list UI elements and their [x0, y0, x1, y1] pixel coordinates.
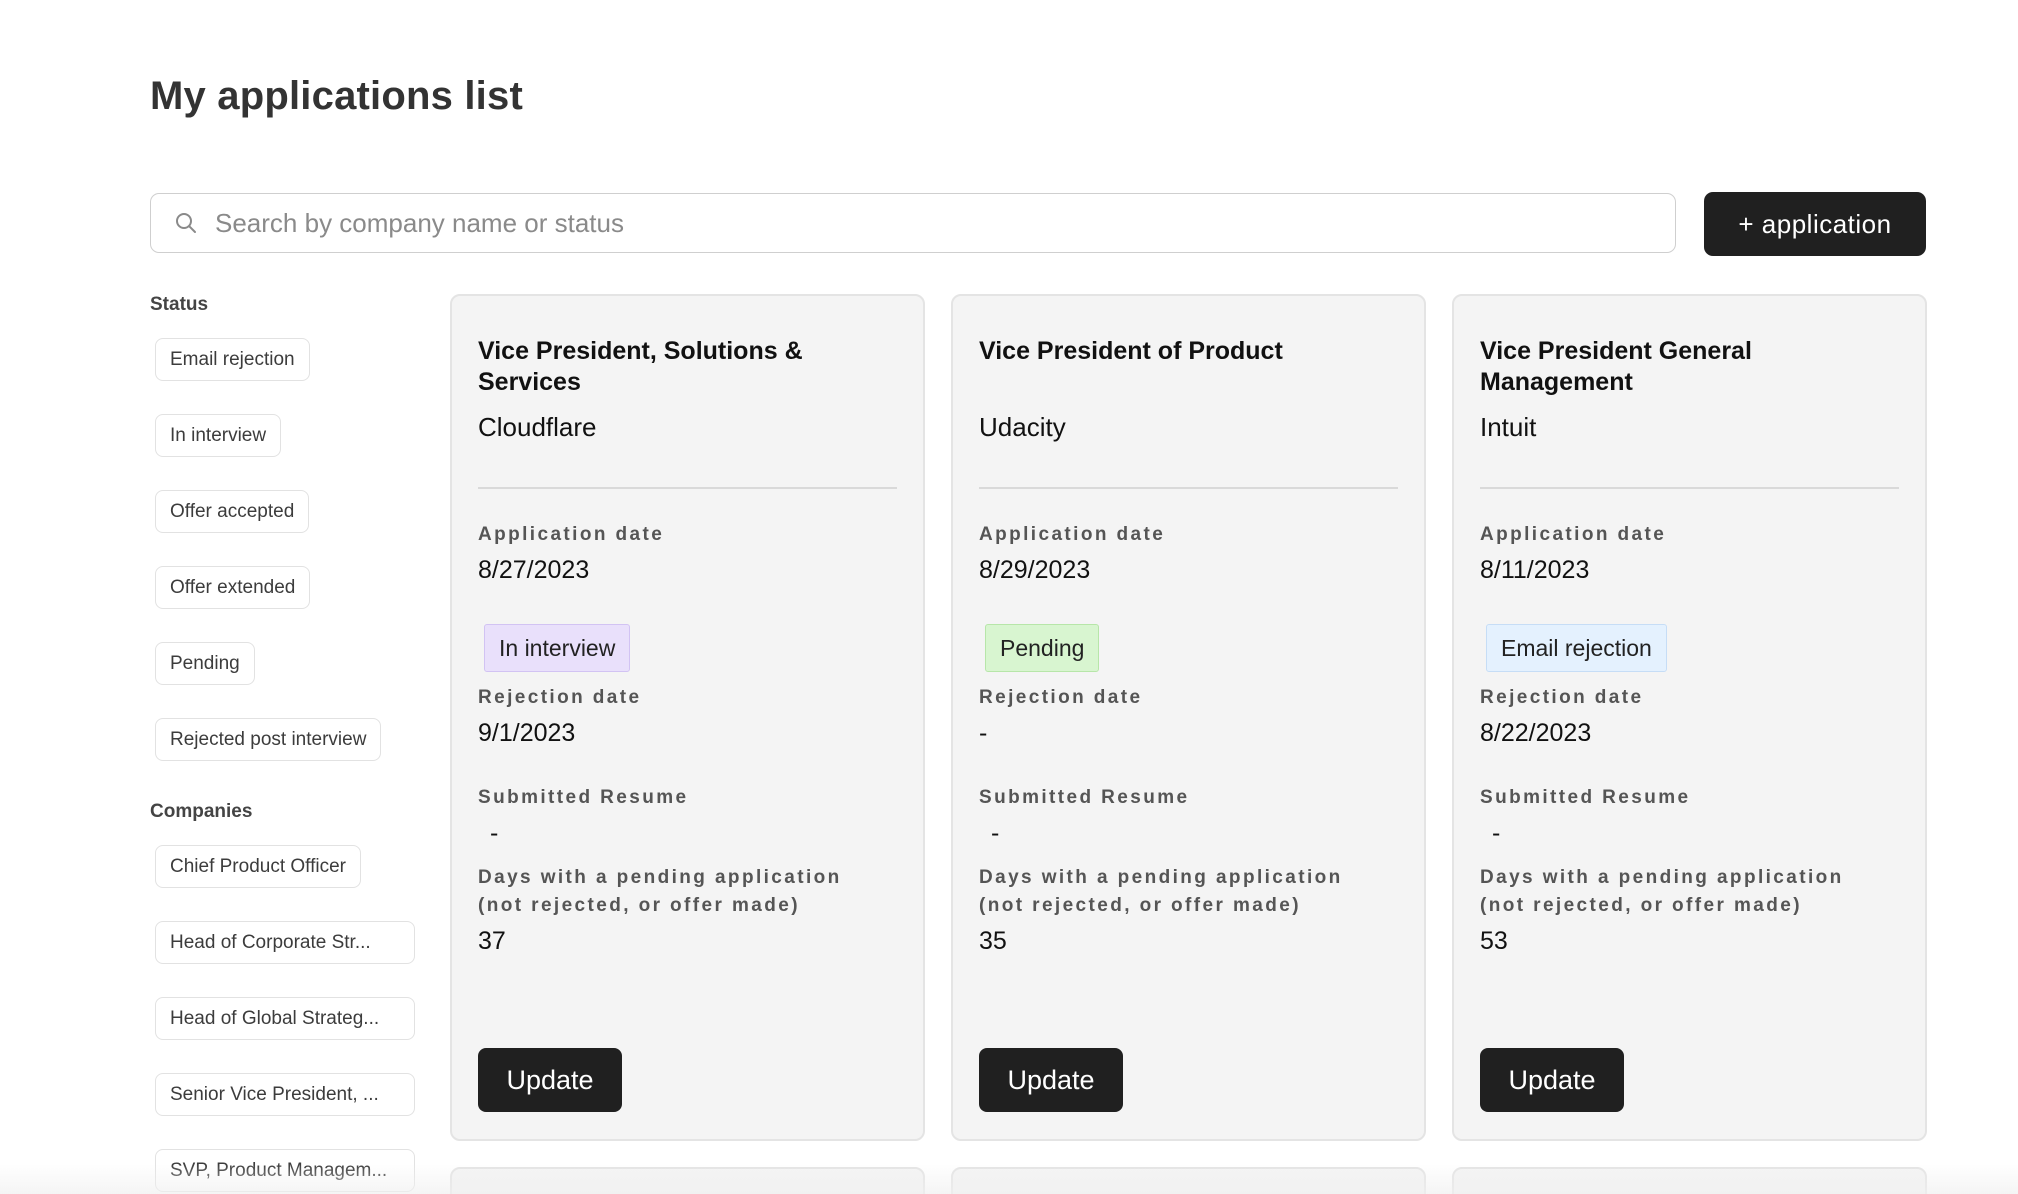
days-pending-value: 53 — [1480, 927, 1508, 955]
application-card: Vice President, Solutions & Services Clo… — [450, 294, 925, 1141]
application-date-label: Application date — [478, 524, 665, 545]
job-title: Vice President of Product — [979, 337, 1283, 365]
company-name: Cloudflare — [478, 412, 597, 442]
company-filter-chip[interactable]: Head of Corporate Str... — [155, 921, 415, 964]
search-icon — [173, 210, 199, 236]
update-button[interactable]: Update — [979, 1048, 1123, 1112]
status-filter-chip[interactable]: Offer accepted — [155, 490, 310, 533]
company-filter-chip[interactable]: SVP, Product Managem... — [155, 1149, 415, 1192]
application-date-label: Application date — [979, 524, 1166, 545]
days-pending-value: 37 — [478, 927, 506, 955]
submitted-resume-value: - — [1492, 819, 1501, 847]
days-pending-label: Days with a pending application — [979, 867, 1343, 888]
company-filter-chip[interactable]: Senior Vice President, ... — [155, 1073, 415, 1116]
job-title: Vice President General Management — [1480, 337, 1752, 396]
company-filter-chip[interactable]: Head of Global Strateg... — [155, 997, 415, 1040]
submitted-resume-label: Submitted Resume — [478, 787, 689, 808]
days-pending-label: Days with a pending application — [478, 867, 842, 888]
status-badge: Email rejection — [1486, 624, 1667, 672]
days-pending-sublabel: (not rejected, or offer made) — [1480, 895, 1802, 916]
status-badge: In interview — [484, 624, 631, 672]
status-heading: Status — [150, 294, 209, 315]
status-filter-chip[interactable]: Email rejection — [155, 338, 310, 381]
days-pending-label: Days with a pending application — [1480, 867, 1844, 888]
rejection-date-label: Rejection date — [1480, 687, 1644, 708]
search-box[interactable] — [150, 193, 1676, 253]
application-card-partial — [450, 1167, 925, 1194]
application-card-partial — [1452, 1167, 1927, 1194]
application-card: Vice President of Product Udacity Applic… — [951, 294, 1426, 1141]
submitted-resume-label: Submitted Resume — [1480, 787, 1691, 808]
application-date-value: 8/11/2023 — [1480, 556, 1590, 584]
rejection-date-value: 8/22/2023 — [1480, 719, 1592, 747]
company-name: Intuit — [1480, 412, 1537, 442]
submitted-resume-value: - — [490, 819, 499, 847]
search-input[interactable] — [213, 193, 1675, 253]
job-title: Vice President, Solutions & Services — [478, 337, 803, 396]
rejection-date-value: - — [979, 719, 988, 747]
status-filter-chip[interactable]: Rejected post interview — [155, 718, 382, 761]
rejection-date-value: 9/1/2023 — [478, 719, 576, 747]
days-pending-sublabel: (not rejected, or offer made) — [478, 895, 800, 916]
application-card-partial — [951, 1167, 1426, 1194]
status-badge: Pending — [985, 624, 1100, 672]
status-filter-chip[interactable]: Offer extended — [155, 566, 311, 609]
update-button[interactable]: Update — [478, 1048, 622, 1112]
update-button[interactable]: Update — [1480, 1048, 1624, 1112]
filter-sidebar: Status Email rejection In interview Offe… — [150, 294, 420, 1192]
page: My applications list + application Statu… — [0, 0, 2018, 1194]
rejection-date-label: Rejection date — [478, 687, 642, 708]
card-divider — [478, 487, 897, 489]
company-name: Udacity — [979, 412, 1066, 442]
status-filter-chip[interactable]: Pending — [155, 642, 255, 685]
application-card: Vice President General Management Intuit… — [1452, 294, 1927, 1141]
days-pending-value: 35 — [979, 927, 1007, 955]
card-divider — [979, 487, 1398, 489]
company-filter-chip[interactable]: Chief Product Officer — [155, 845, 362, 888]
application-date-label: Application date — [1480, 524, 1667, 545]
page-title: My applications list — [150, 74, 523, 118]
rejection-date-label: Rejection date — [979, 687, 1143, 708]
status-filter-list: Email rejection In interview Offer accep… — [150, 338, 420, 761]
add-application-button[interactable]: + application — [1704, 192, 1926, 256]
days-pending-sublabel: (not rejected, or offer made) — [979, 895, 1301, 916]
status-filter-chip[interactable]: In interview — [155, 414, 282, 457]
company-filter-list: Chief Product Officer Head of Corporate … — [150, 845, 420, 1192]
companies-heading: Companies — [150, 801, 253, 822]
submitted-resume-label: Submitted Resume — [979, 787, 1190, 808]
application-date-value: 8/27/2023 — [478, 556, 590, 584]
application-date-value: 8/29/2023 — [979, 556, 1091, 584]
card-divider — [1480, 487, 1899, 489]
submitted-resume-value: - — [991, 819, 1000, 847]
